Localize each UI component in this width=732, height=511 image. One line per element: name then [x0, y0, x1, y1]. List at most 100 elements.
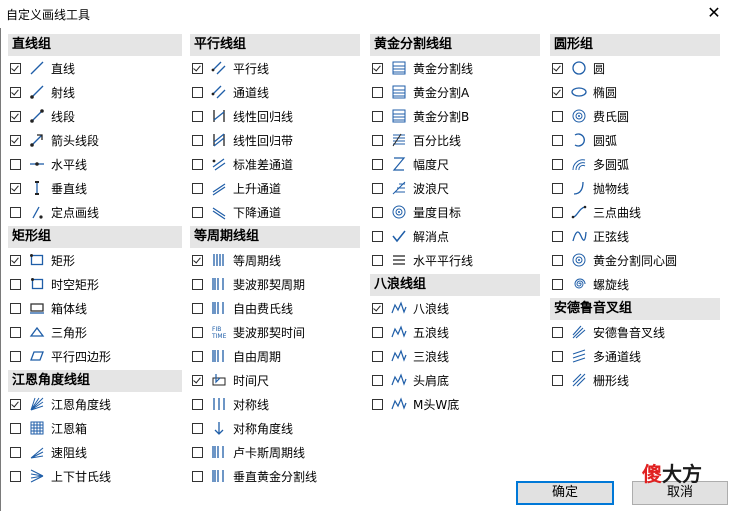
tool-item-wave-4[interactable]: M头W底: [372, 394, 459, 414]
tool-item-line-4[interactable]: 水平线: [10, 154, 87, 174]
tool-item-circle-3[interactable]: 圆弧: [552, 130, 617, 150]
tool-checkbox[interactable]: [552, 134, 563, 146]
tool-item-circle-5[interactable]: 抛物线: [552, 178, 629, 198]
tool-item-circle-8[interactable]: 黄金分割同心圆: [552, 250, 677, 270]
tool-checkbox[interactable]: [552, 350, 563, 362]
tool-item-line-6[interactable]: 定点画线: [10, 202, 99, 222]
tool-checkbox[interactable]: [372, 86, 383, 98]
tool-checkbox[interactable]: [552, 86, 563, 98]
tool-checkbox[interactable]: [552, 62, 563, 74]
tool-item-rect-1[interactable]: 时空矩形: [10, 274, 99, 294]
tool-checkbox[interactable]: [552, 254, 563, 266]
tool-item-golden-3[interactable]: 百分比线: [372, 130, 461, 150]
tool-item-circle-2[interactable]: 费氏圆: [552, 106, 629, 126]
tool-item-circle-4[interactable]: 多圆弧: [552, 154, 629, 174]
tool-checkbox[interactable]: [192, 446, 203, 458]
tool-item-gann-0[interactable]: 江恩角度线: [10, 394, 111, 414]
tool-checkbox[interactable]: [192, 422, 203, 434]
tool-checkbox[interactable]: [10, 206, 21, 218]
tool-checkbox[interactable]: [192, 302, 203, 314]
tool-checkbox[interactable]: [192, 110, 203, 122]
tool-checkbox[interactable]: [372, 230, 383, 242]
tool-item-wave-2[interactable]: 三浪线: [372, 346, 449, 366]
tool-item-rect-2[interactable]: 箱体线: [10, 298, 87, 318]
ok-button[interactable]: 确定: [516, 481, 614, 505]
tool-item-wave-3[interactable]: 头肩底: [372, 370, 449, 390]
tool-checkbox[interactable]: [192, 326, 203, 338]
tool-checkbox[interactable]: [372, 134, 383, 146]
tool-checkbox[interactable]: [10, 326, 21, 338]
tool-checkbox[interactable]: [10, 446, 21, 458]
tool-checkbox[interactable]: [10, 422, 21, 434]
tool-item-parallel-6[interactable]: 下降通道: [192, 202, 281, 222]
tool-item-andrews-1[interactable]: 多通道线: [552, 346, 641, 366]
tool-checkbox[interactable]: [372, 302, 383, 314]
tool-item-parallel-4[interactable]: 标准差通道: [192, 154, 293, 174]
tool-checkbox[interactable]: [10, 278, 21, 290]
tool-item-period-5[interactable]: 时间尺: [192, 370, 269, 390]
tool-item-line-1[interactable]: 射线: [10, 82, 75, 102]
tool-checkbox[interactable]: [372, 182, 383, 194]
tool-item-rect-0[interactable]: 矩形: [10, 250, 75, 270]
tool-item-parallel-5[interactable]: 上升通道: [192, 178, 281, 198]
tool-checkbox[interactable]: [10, 398, 21, 410]
tool-checkbox[interactable]: [372, 254, 383, 266]
tool-checkbox[interactable]: [192, 350, 203, 362]
tool-checkbox[interactable]: [192, 182, 203, 194]
tool-checkbox[interactable]: [372, 398, 383, 410]
tool-item-period-4[interactable]: 自由周期: [192, 346, 281, 366]
tool-item-gann-3[interactable]: 上下甘氏线: [10, 466, 111, 486]
tool-item-golden-0[interactable]: 黄金分割线: [372, 58, 473, 78]
tool-checkbox[interactable]: [552, 278, 563, 290]
tool-checkbox[interactable]: [192, 206, 203, 218]
tool-item-andrews-2[interactable]: 栅形线: [552, 370, 629, 390]
tool-item-period-3[interactable]: FIB TIME 斐波那契时间: [192, 322, 305, 342]
tool-checkbox[interactable]: [372, 374, 383, 386]
tool-checkbox[interactable]: [10, 86, 21, 98]
tool-item-rect-4[interactable]: 平行四边形: [10, 346, 111, 366]
tool-item-golden-4[interactable]: 幅度尺: [372, 154, 449, 174]
tool-item-rect-3[interactable]: 三角形: [10, 322, 87, 342]
tool-checkbox[interactable]: [372, 206, 383, 218]
tool-checkbox[interactable]: [192, 470, 203, 482]
tool-item-period-2[interactable]: 自由费氏线: [192, 298, 293, 318]
tool-checkbox[interactable]: [372, 110, 383, 122]
tool-item-andrews-0[interactable]: 安德鲁音叉线: [552, 322, 665, 342]
tool-item-golden-5[interactable]: 波浪尺: [372, 178, 449, 198]
tool-checkbox[interactable]: [10, 302, 21, 314]
tool-checkbox[interactable]: [10, 62, 21, 74]
tool-checkbox[interactable]: [552, 206, 563, 218]
tool-item-period-7[interactable]: 对称角度线: [192, 418, 293, 438]
tool-item-line-2[interactable]: 线段: [10, 106, 75, 126]
tool-checkbox[interactable]: [192, 134, 203, 146]
tool-checkbox[interactable]: [552, 182, 563, 194]
tool-item-circle-7[interactable]: 正弦线: [552, 226, 629, 246]
tool-item-parallel-3[interactable]: 线性回归带: [192, 130, 293, 150]
tool-item-parallel-1[interactable]: 通道线: [192, 82, 269, 102]
close-icon[interactable]: ✕: [704, 3, 724, 23]
tool-checkbox[interactable]: [10, 350, 21, 362]
tool-item-period-0[interactable]: 等周期线: [192, 250, 281, 270]
tool-checkbox[interactable]: [552, 374, 563, 386]
tool-item-line-0[interactable]: 直线: [10, 58, 75, 78]
tool-item-circle-0[interactable]: 圆: [552, 58, 605, 78]
tool-checkbox[interactable]: [552, 326, 563, 338]
tool-checkbox[interactable]: [192, 374, 203, 386]
tool-item-golden-8[interactable]: 水平平行线: [372, 250, 473, 270]
tool-item-golden-7[interactable]: 解消点: [372, 226, 449, 246]
tool-checkbox[interactable]: [192, 62, 203, 74]
tool-item-golden-1[interactable]: 黄金分割A: [372, 82, 469, 102]
tool-item-circle-9[interactable]: 螺旋线: [552, 274, 629, 294]
tool-item-period-1[interactable]: 斐波那契周期: [192, 274, 305, 294]
tool-checkbox[interactable]: [552, 110, 563, 122]
tool-item-parallel-0[interactable]: 平行线: [192, 58, 269, 78]
tool-checkbox[interactable]: [372, 350, 383, 362]
tool-item-gann-2[interactable]: 速阻线: [10, 442, 87, 462]
tool-checkbox[interactable]: [552, 158, 563, 170]
tool-item-circle-6[interactable]: 三点曲线: [552, 202, 641, 222]
tool-item-golden-6[interactable]: 量度目标: [372, 202, 461, 222]
tool-checkbox[interactable]: [192, 86, 203, 98]
tool-item-wave-0[interactable]: 八浪线: [372, 298, 449, 318]
tool-item-parallel-2[interactable]: 线性回归线: [192, 106, 293, 126]
tool-checkbox[interactable]: [552, 230, 563, 242]
